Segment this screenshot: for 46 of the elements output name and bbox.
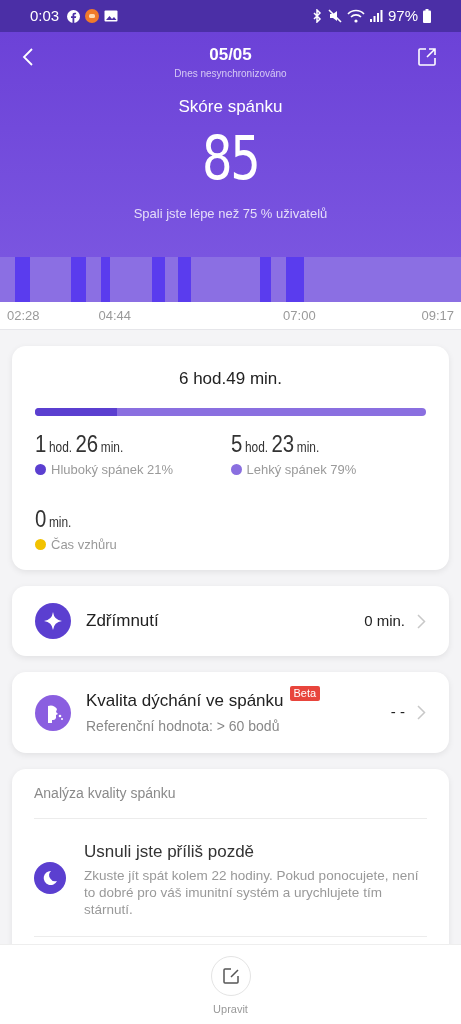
stage-duration: 1 hod.26 min. bbox=[35, 429, 125, 458]
battery-icon bbox=[423, 9, 431, 23]
time-label: 02:28 bbox=[7, 306, 40, 325]
status-time: 0:03 bbox=[30, 5, 60, 26]
row-title: Zdřímnutí bbox=[86, 610, 159, 633]
stage-duration: 5 hod.23 min. bbox=[230, 429, 320, 458]
sync-status: Dnes nesynchronizováno bbox=[174, 67, 287, 81]
share-icon bbox=[417, 47, 437, 67]
analysis-item-title: Usnuli jste příliš pozdě bbox=[84, 841, 256, 863]
sleep-score: 85 bbox=[202, 121, 259, 194]
sparkle-icon bbox=[35, 603, 71, 639]
row-subtitle: Referenční hodnota: > 60 bodů bbox=[86, 716, 281, 736]
signal-icon bbox=[369, 10, 383, 22]
time-label: 07:00 bbox=[283, 306, 316, 325]
stage-label: Čas vzhůru bbox=[51, 536, 117, 554]
row-value: - - bbox=[390, 702, 405, 723]
total-sleep-duration: 6 hod.49 min. bbox=[178, 368, 283, 390]
row-title: Kvalita dýchání ve spánku bbox=[86, 690, 284, 713]
chevron-right-icon bbox=[417, 705, 426, 720]
mute-icon bbox=[327, 9, 342, 23]
analysis-title: Analýza kvality spánku bbox=[34, 769, 427, 819]
analysis-item-text: Zkuste jít spát kolem 22 hodiny. Pokud ponocujete, není to dobré pro váš imunitní systém a urychlujete tím stárnutí. bbox=[84, 866, 420, 918]
beta-badge: Beta bbox=[289, 686, 321, 702]
edit-label: Upravit bbox=[213, 1002, 248, 1017]
wifi-icon bbox=[346, 9, 365, 23]
bluetooth-icon bbox=[310, 9, 323, 23]
time-label: 04:44 bbox=[98, 306, 132, 325]
chevron-right-icon bbox=[417, 613, 426, 629]
detail-row[interactable]: Kvalita dýchání ve spánku Beta Referenční hodnota: > 60 bodů - - bbox=[12, 672, 449, 753]
moon-icon bbox=[34, 862, 66, 895]
back-icon bbox=[22, 47, 34, 67]
stage-label: Hluboký spánek 21% bbox=[51, 460, 174, 479]
battery-percent: 97% bbox=[387, 5, 418, 26]
detail-row[interactable]: Zdřímnutí 0 min. bbox=[12, 586, 449, 656]
time-label: 09:17 bbox=[421, 306, 454, 325]
social-app-icon bbox=[67, 9, 81, 23]
row-value: 0 min. bbox=[364, 610, 405, 631]
image-icon bbox=[104, 10, 119, 22]
stage-duration: 0 min. bbox=[35, 505, 73, 533]
head-breath-icon bbox=[35, 694, 71, 731]
score-comparison: Spali jste lépe než 75 % uživatelů bbox=[133, 204, 328, 223]
date-title: 05/05 bbox=[209, 44, 252, 66]
score-label: Skóre spánku bbox=[178, 96, 283, 118]
stage-label: Lehký spánek 79% bbox=[246, 460, 357, 479]
app-notification-icon bbox=[85, 9, 100, 23]
edit-icon bbox=[221, 967, 240, 985]
